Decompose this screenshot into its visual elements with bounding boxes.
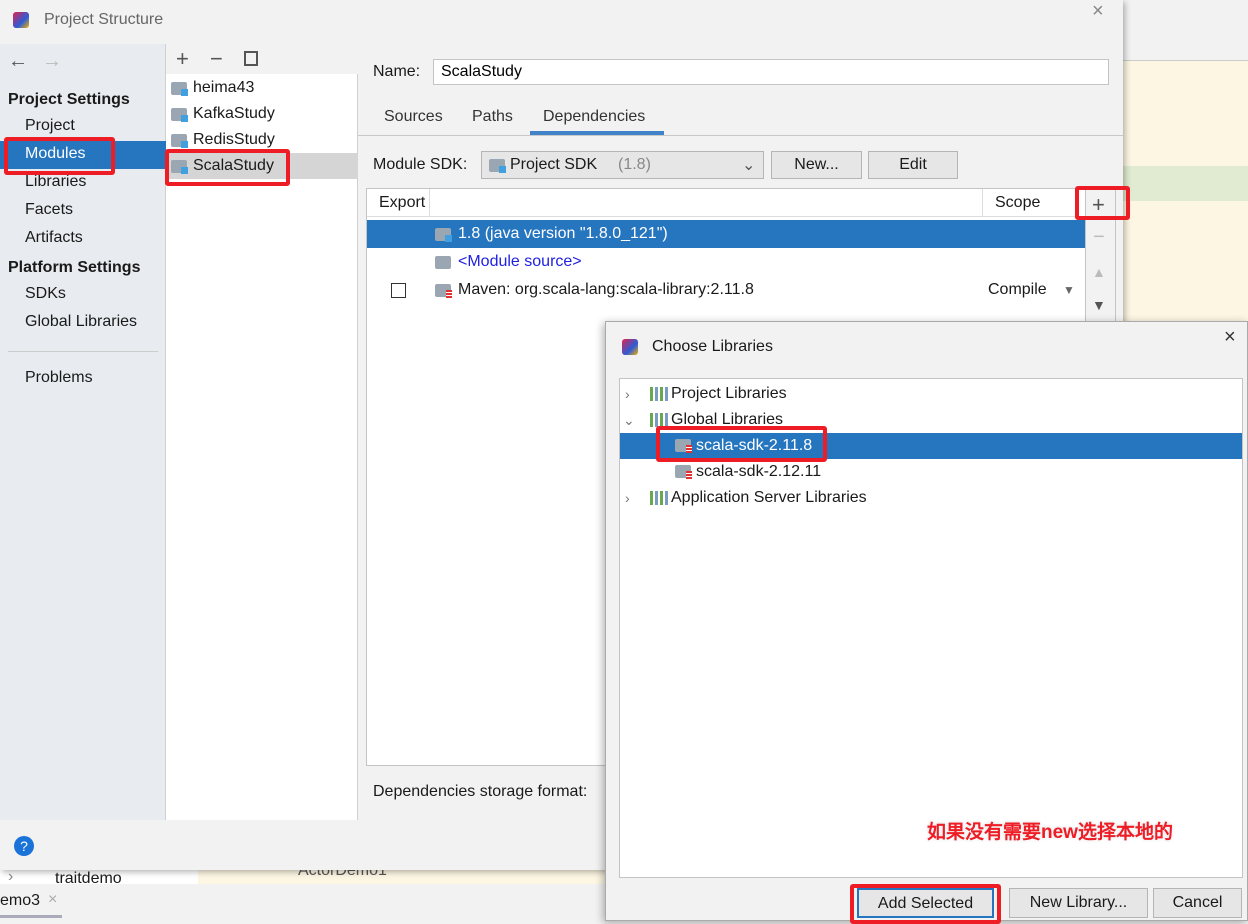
- cancel-button[interactable]: Cancel: [1153, 888, 1242, 918]
- tab-sources[interactable]: Sources: [384, 108, 443, 126]
- ide-tree-item[interactable]: traitdemo: [55, 870, 122, 884]
- new-sdk-button[interactable]: New...: [771, 151, 862, 179]
- back-arrow-icon[interactable]: ←: [8, 50, 28, 73]
- close-icon[interactable]: ×: [1224, 326, 1236, 349]
- column-scope[interactable]: Scope: [995, 189, 1040, 217]
- table-row[interactable]: 1.8 (java version "1.8.0_121"): [367, 220, 1085, 248]
- tab-dependencies[interactable]: Dependencies: [543, 108, 645, 126]
- chevron-down-icon[interactable]: ▼: [1063, 276, 1075, 304]
- tree-item[interactable]: scala-sdk-2.12.11: [620, 459, 1242, 485]
- export-checkbox[interactable]: [391, 283, 406, 298]
- module-item[interactable]: heima43: [166, 75, 358, 101]
- tree-item[interactable]: › Project Libraries: [620, 381, 1242, 407]
- divider: [358, 135, 1123, 136]
- ide-editor-text: ActorDemo1: [298, 870, 387, 879]
- table-row[interactable]: <Module source>: [367, 248, 1085, 276]
- copy-icon[interactable]: [244, 51, 258, 66]
- module-item[interactable]: KafkaStudy: [166, 101, 358, 127]
- sidebar-item-facets[interactable]: Facets: [25, 201, 73, 219]
- close-icon[interactable]: ×: [48, 891, 57, 909]
- sidebar-item-global-libraries[interactable]: Global Libraries: [25, 313, 137, 331]
- remove-icon: −: [1093, 226, 1105, 248]
- sidebar-item-libraries[interactable]: Libraries: [25, 173, 86, 191]
- choose-libraries-dialog: Choose Libraries × › Project Libraries ⌄ G…: [605, 321, 1248, 921]
- chevron-down-icon: ⌄: [742, 157, 756, 174]
- sidebar-item-problems[interactable]: Problems: [25, 369, 93, 387]
- project-settings-heading: Project Settings: [8, 91, 130, 108]
- sidebar-item-artifacts[interactable]: Artifacts: [25, 229, 83, 247]
- move-down-icon[interactable]: ▼: [1092, 297, 1106, 313]
- name-input[interactable]: [433, 59, 1109, 85]
- module-sdk-label: Module SDK:: [373, 156, 468, 173]
- edit-sdk-button[interactable]: Edit: [868, 151, 958, 179]
- sidebar-item-sdks[interactable]: SDKs: [25, 285, 66, 303]
- chevron-right-icon: ›: [8, 870, 14, 884]
- table-header: Export Scope: [367, 189, 1085, 217]
- column-export[interactable]: Export: [379, 189, 425, 217]
- highlight-box: [850, 884, 1001, 924]
- divider: [8, 351, 158, 352]
- add-icon[interactable]: +: [176, 46, 189, 72]
- tab-paths[interactable]: Paths: [472, 108, 513, 126]
- ide-highlight-line: [1123, 166, 1248, 201]
- sidebar-item-project[interactable]: Project: [25, 117, 75, 135]
- storage-format-label: Dependencies storage format:: [373, 783, 588, 800]
- tree-item[interactable]: › Application Server Libraries: [620, 485, 1242, 511]
- table-row[interactable]: Maven: org.scala-lang:scala-library:2.11…: [367, 276, 1085, 304]
- highlight-box: [656, 426, 827, 462]
- forward-arrow-icon: →: [42, 50, 62, 72]
- remove-icon[interactable]: −: [210, 46, 223, 72]
- intellij-logo-icon: [13, 12, 29, 28]
- highlight-box: [1075, 186, 1130, 220]
- help-icon[interactable]: ?: [14, 836, 34, 856]
- module-toolbar: + −: [166, 44, 358, 74]
- name-label: Name:: [373, 63, 421, 80]
- new-library-button[interactable]: New Library...: [1009, 888, 1148, 918]
- ide-bottom-tab[interactable]: emo3 ×: [0, 884, 62, 918]
- highlight-box: [4, 137, 115, 175]
- module-sdk-select[interactable]: Project SDK (1.8) ⌄: [481, 151, 764, 179]
- annotation-text: 如果没有需要new选择本地的: [927, 822, 1173, 843]
- intellij-logo-icon: [622, 339, 638, 355]
- dialog-title: Choose Libraries: [652, 338, 773, 355]
- move-up-icon: ▲: [1092, 264, 1106, 280]
- scope-select[interactable]: Compile: [988, 276, 1047, 304]
- highlight-box: [165, 149, 290, 186]
- dialog-title: Project Structure: [44, 11, 164, 28]
- close-icon[interactable]: ×: [1092, 0, 1104, 23]
- platform-settings-heading: Platform Settings: [8, 259, 141, 276]
